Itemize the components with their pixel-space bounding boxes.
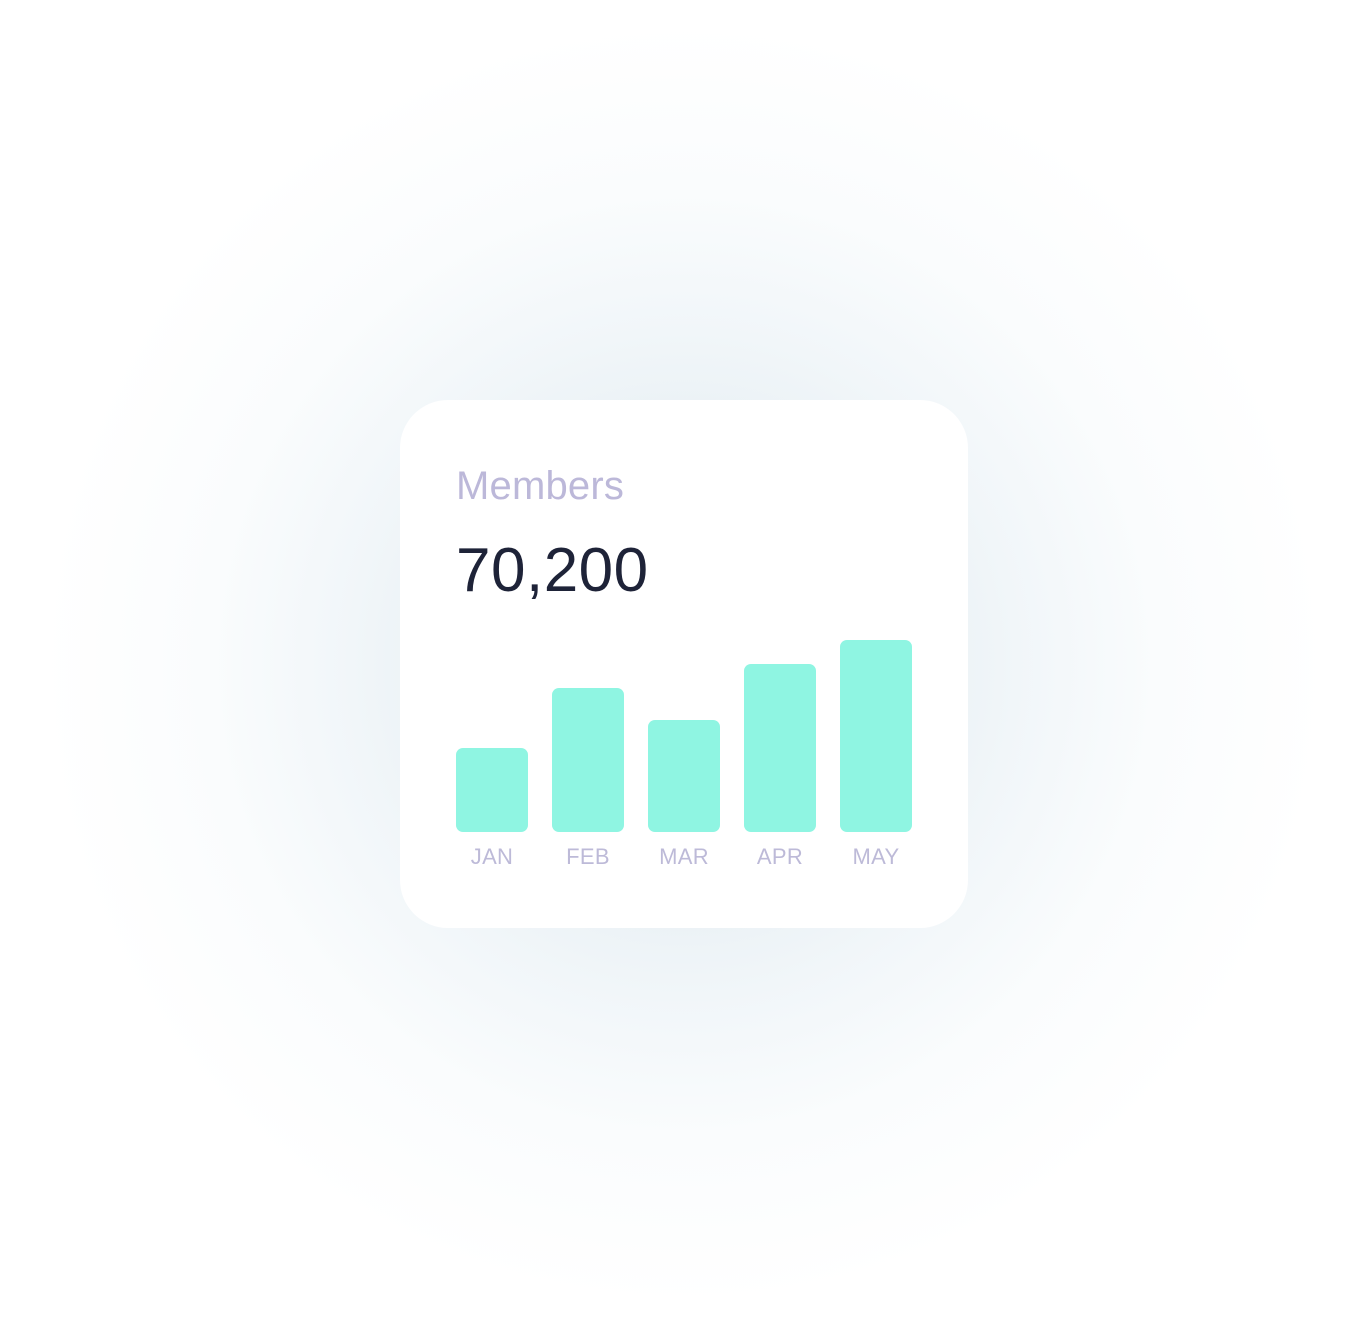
bar-mar <box>648 720 720 832</box>
members-bar-chart: JAN FEB MAR APR MAY <box>456 640 912 869</box>
bar-apr <box>744 664 816 832</box>
x-tick-label-feb: FEB <box>566 844 610 869</box>
x-tick-label-jan: JAN <box>471 844 513 869</box>
members-card: Members 70,200 JAN FEB MAR APR MAY <box>400 400 968 928</box>
bar-may <box>840 640 912 832</box>
bar-feb <box>552 688 624 832</box>
x-tick-label-may: MAY <box>853 844 900 869</box>
bar-jan <box>456 748 528 832</box>
x-tick-label-apr: APR <box>757 844 803 869</box>
x-tick-label-mar: MAR <box>659 844 709 869</box>
